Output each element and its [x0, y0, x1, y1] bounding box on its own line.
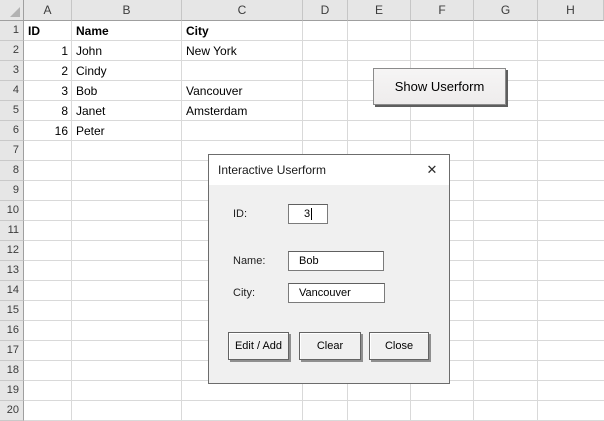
cell-a2[interactable]: 1 — [24, 41, 68, 61]
row-header-11[interactable]: 11 — [0, 221, 24, 241]
column-header-a[interactable]: A — [24, 0, 72, 21]
id-label: ID: — [233, 204, 247, 224]
row-header-7[interactable]: 7 — [0, 141, 24, 161]
column-header-f[interactable]: F — [411, 0, 474, 21]
city-label: City: — [233, 283, 255, 303]
column-header-h[interactable]: H — [538, 0, 604, 21]
cell-a5[interactable]: 8 — [24, 101, 68, 121]
column-header-b[interactable]: B — [72, 0, 182, 21]
id-input[interactable]: 3 — [288, 204, 328, 224]
cell-b4[interactable]: Bob — [76, 81, 97, 101]
cell-c4[interactable]: Vancouver — [186, 81, 242, 101]
row-header-10[interactable]: 10 — [0, 201, 24, 221]
row-header-17[interactable]: 17 — [0, 341, 24, 361]
row-header-3[interactable]: 3 — [0, 61, 24, 81]
cell-c5[interactable]: Amsterdam — [186, 101, 247, 121]
close-icon[interactable]: ✕ — [418, 156, 446, 184]
row-header-16[interactable]: 16 — [0, 321, 24, 341]
text-cursor — [311, 208, 312, 220]
column-header-c[interactable]: C — [182, 0, 303, 21]
cell-b6[interactable]: Peter — [76, 121, 105, 141]
city-value: Vancouver — [299, 287, 351, 299]
row-header-2[interactable]: 2 — [0, 41, 24, 61]
row-header-13[interactable]: 13 — [0, 261, 24, 281]
row-header-8[interactable]: 8 — [0, 161, 24, 181]
column-header-e[interactable]: E — [348, 0, 411, 21]
column-header-d[interactable]: D — [303, 0, 348, 21]
row-header-18[interactable]: 18 — [0, 361, 24, 381]
name-label: Name: — [233, 251, 265, 271]
name-input[interactable]: Bob — [288, 251, 384, 271]
cell-b5[interactable]: Janet — [76, 101, 105, 121]
show-userform-button[interactable]: Show Userform — [373, 68, 506, 105]
name-value: Bob — [299, 255, 319, 267]
cell-b2[interactable]: John — [76, 41, 102, 61]
cell-c1[interactable]: City — [186, 21, 209, 41]
cell-a4[interactable]: 3 — [24, 81, 68, 101]
row-header-4[interactable]: 4 — [0, 81, 24, 101]
select-all-corner[interactable] — [0, 0, 24, 21]
cell-a1[interactable]: ID — [28, 21, 40, 41]
userform-dialog: Interactive Userform ✕ ID: 3 Name: Bob C… — [208, 154, 450, 384]
gridline — [537, 21, 538, 421]
row-header-20[interactable]: 20 — [0, 401, 24, 421]
row-header-1[interactable]: 1 — [0, 21, 24, 41]
id-value: 3 — [304, 208, 310, 220]
row-header-6[interactable]: 6 — [0, 121, 24, 141]
cell-a3[interactable]: 2 — [24, 61, 68, 81]
cell-a6[interactable]: 16 — [24, 121, 68, 141]
excel-window: A B C D E F G H 1 2 3 4 5 6 7 8 9 10 11 … — [0, 0, 604, 421]
gridline — [71, 21, 72, 421]
row-header-12[interactable]: 12 — [0, 241, 24, 261]
row-header-19[interactable]: 19 — [0, 381, 24, 401]
city-input[interactable]: Vancouver — [288, 283, 385, 303]
column-header-g[interactable]: G — [474, 0, 538, 21]
dialog-titlebar[interactable]: Interactive Userform ✕ — [209, 155, 449, 185]
row-header-5[interactable]: 5 — [0, 101, 24, 121]
row-header-15[interactable]: 15 — [0, 301, 24, 321]
cell-c2[interactable]: New York — [186, 41, 237, 61]
cell-b1[interactable]: Name — [76, 21, 109, 41]
clear-button[interactable]: Clear — [299, 332, 361, 360]
edit-add-button[interactable]: Edit / Add — [228, 332, 289, 360]
row-header-14[interactable]: 14 — [0, 281, 24, 301]
dialog-close-button[interactable]: Close — [369, 332, 429, 360]
dialog-title: Interactive Userform — [209, 163, 418, 177]
row-header-9[interactable]: 9 — [0, 181, 24, 201]
gridline — [181, 21, 182, 421]
select-all-triangle-icon — [10, 7, 20, 17]
cell-b3[interactable]: Cindy — [76, 61, 107, 81]
